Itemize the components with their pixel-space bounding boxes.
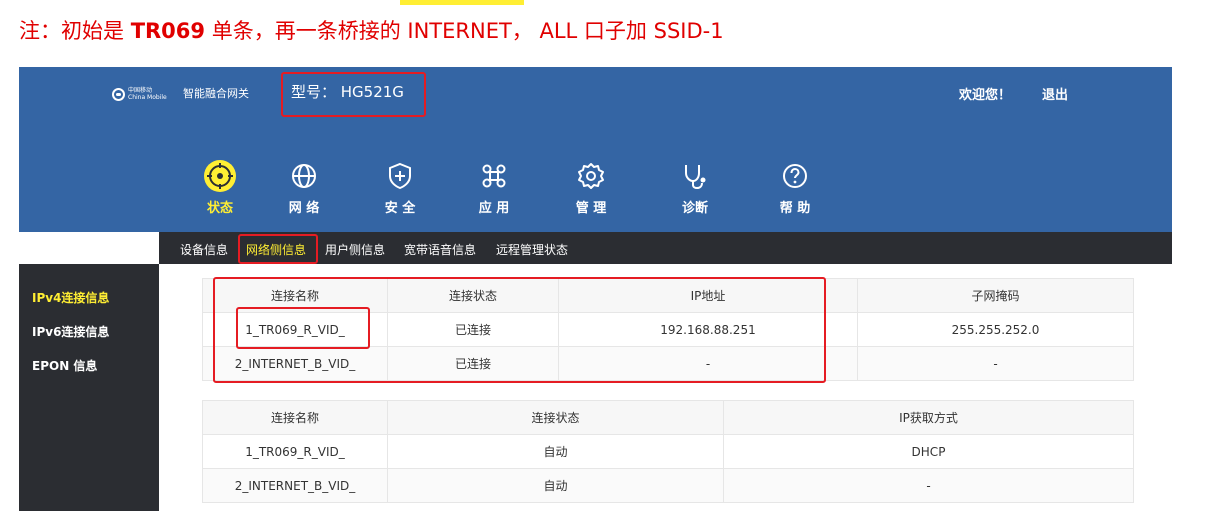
table-cell: 1_TR069_R_VID_ (202, 434, 388, 469)
question-circle-icon (783, 164, 807, 188)
table-cell: - (857, 346, 1134, 381)
shield-plus-icon (389, 162, 411, 190)
table-cell: 255.255.252.0 (857, 312, 1134, 347)
nav-network[interactable]: 网 络 (271, 159, 337, 217)
yellow-highlight-mark (400, 0, 524, 5)
china-mobile-logo: 中国移动 China Mobile (112, 87, 167, 101)
nav-label: 安 全 (384, 201, 416, 216)
left-menu-ipv4-info[interactable]: IPv4连接信息 (32, 289, 109, 306)
globe-icon (292, 164, 316, 188)
nav-label: 应 用 (478, 201, 510, 216)
left-menu: IPv4连接信息 IPv6连接信息 EPON 信息 (19, 264, 159, 511)
logout-link[interactable]: 退出 (1042, 84, 1068, 103)
annotation-note: 注：初始是 TR069 单条，再一条桥接的 INTERNET， ALL 口子加 … (19, 19, 724, 43)
subnav-device-info[interactable]: 设备信息 (180, 241, 228, 258)
nav-management[interactable]: 管 理 (558, 159, 624, 217)
nav-label: 状态 (206, 201, 233, 216)
subnav-annotation-box (238, 234, 318, 264)
subnav-remote-management-status[interactable]: 远程管理状态 (496, 241, 568, 258)
table-row: 1_TR069_R_VID_ 自动 DHCP (202, 434, 1134, 469)
stethoscope-icon (685, 165, 706, 190)
left-menu-ipv6-info[interactable]: IPv6连接信息 (32, 323, 109, 340)
router-admin-screen: 中国移动 China Mobile 智能融合网关 型号： HG521G 欢迎您！ … (19, 67, 1172, 511)
nav-application[interactable]: 应 用 (461, 159, 527, 217)
gateway-name: 智能融合网关 (183, 87, 249, 100)
table-header-row: 连接名称 连接状态 IP获取方式 (202, 400, 1134, 435)
command-key-icon (482, 164, 506, 188)
top-header: 中国移动 China Mobile 智能融合网关 型号： HG521G 欢迎您！ … (19, 67, 1172, 232)
table-cell: - (723, 468, 1134, 503)
model-annotation-box (281, 72, 426, 117)
table-cell: 自动 (387, 434, 724, 469)
status-target-icon (204, 160, 236, 192)
nav-status[interactable]: 状态 (187, 159, 253, 217)
subnav-user-side-info[interactable]: 用户侧信息 (325, 241, 385, 258)
welcome-text: 欢迎您！ (959, 88, 1012, 103)
logo-text-en: China Mobile (128, 94, 167, 101)
column-header: 连接状态 (387, 400, 724, 435)
nav-help[interactable]: 帮 助 (762, 159, 828, 217)
nav-diagnosis[interactable]: 诊断 (662, 159, 728, 217)
nav-label: 网 络 (288, 201, 320, 216)
column-header: IP获取方式 (723, 400, 1134, 435)
column-header: 子网掩码 (857, 278, 1134, 313)
logo-text-cn: 中国移动 (128, 87, 153, 94)
china-mobile-logo-icon (112, 87, 125, 101)
tr069-annotation-box (236, 307, 370, 349)
table-cell: 自动 (387, 468, 724, 503)
left-menu-epon-info[interactable]: EPON 信息 (32, 357, 97, 374)
nav-label: 管 理 (575, 201, 607, 216)
table-row: 2_INTERNET_B_VID_ 自动 - (202, 468, 1134, 503)
subnav-broadband-voice-info[interactable]: 宽带语音信息 (404, 241, 476, 258)
gear-icon (578, 163, 604, 189)
nav-label: 诊断 (681, 201, 708, 216)
main-content: 连接名称 连接状态 IP地址 子网掩码 1_TR069_R_VID_ 已连接 1… (159, 264, 1172, 511)
sub-navigation: 设备信息 网络侧信息 用户侧信息 宽带语音信息 远程管理状态 (159, 232, 1172, 264)
column-header: 连接名称 (202, 400, 388, 435)
nav-label: 帮 助 (779, 201, 811, 216)
connection-mode-table: 连接名称 连接状态 IP获取方式 1_TR069_R_VID_ 自动 DHCP … (202, 400, 1134, 503)
table-cell: DHCP (723, 434, 1134, 469)
table-cell: 2_INTERNET_B_VID_ (202, 468, 388, 503)
nav-security[interactable]: 安 全 (367, 159, 433, 217)
